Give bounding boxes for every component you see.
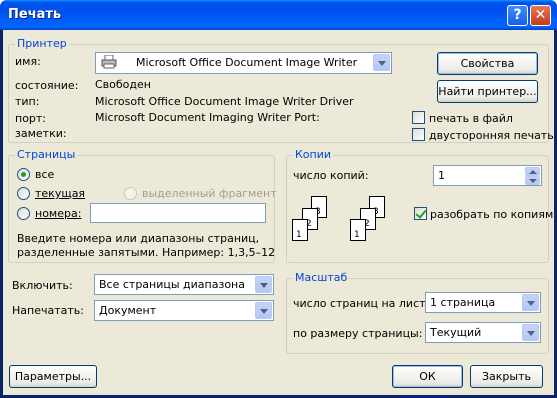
printer-group: Принтер имя: Microsoft Office Document I…	[8, 37, 554, 143]
printer-port-value: Microsoft Document Imaging Writer Port:	[95, 111, 320, 124]
close-button[interactable]: Закрыть	[470, 365, 543, 388]
page-icon: 1	[292, 219, 308, 241]
properties-button[interactable]: Свойства	[437, 52, 538, 75]
options-button[interactable]: Параметры...	[9, 365, 97, 388]
printer-icon	[101, 55, 117, 69]
zoom-group: Масштаб число страниц на листе: 1 страни…	[286, 271, 549, 354]
pages-numbers-radio[interactable]	[17, 207, 30, 220]
pages-selection-radio[interactable]	[124, 187, 137, 200]
printer-group-legend: Принтер	[15, 37, 69, 50]
pages-numbers-label[interactable]: номера:	[35, 207, 81, 220]
pages-per-sheet-label: число страниц на листе:	[293, 297, 436, 310]
collate-checkbox[interactable]	[414, 207, 427, 220]
chevron-down-icon[interactable]	[522, 324, 539, 341]
copies-count-label: число копий:	[293, 169, 369, 182]
title-bar[interactable]: Печать ? ✕	[0, 0, 557, 30]
pages-all-radio[interactable]	[17, 168, 30, 181]
spin-up-icon[interactable]	[525, 167, 540, 176]
page-range-input[interactable]	[90, 203, 266, 223]
pages-all-label[interactable]: все	[35, 168, 54, 181]
printer-port-label: порт:	[15, 112, 47, 125]
printer-name-select[interactable]: Microsoft Office Document Image Writer	[95, 52, 392, 74]
scale-to-paper-label: по размеру страницы:	[293, 327, 423, 340]
include-label: Включить:	[12, 279, 73, 292]
page-icon: 1	[350, 219, 366, 241]
close-window-button[interactable]: ✕	[530, 5, 551, 26]
duplex-checkbox[interactable]	[412, 128, 425, 141]
print-to-file-label[interactable]: печать в файл	[429, 112, 513, 125]
pages-group-legend: Страницы	[15, 148, 78, 161]
help-button[interactable]: ?	[507, 5, 528, 26]
print-dialog: Печать ? ✕ Принтер имя: Microsoft Office…	[0, 0, 557, 398]
include-select[interactable]: Все страницы диапазона	[94, 274, 274, 295]
copies-count-value: 1	[438, 169, 445, 182]
chevron-down-icon[interactable]	[255, 302, 272, 319]
chevron-down-icon[interactable]	[522, 294, 539, 311]
duplex-label[interactable]: двусторонняя печать	[429, 129, 554, 142]
printer-status-label: состояние:	[15, 79, 79, 92]
scale-to-paper-value: Текущий	[430, 326, 482, 339]
printer-name-label: имя:	[15, 55, 41, 68]
printer-status-value: Свободен	[95, 78, 151, 91]
printer-type-value: Microsoft Office Document Image Writer D…	[95, 95, 354, 108]
pages-current-label[interactable]: текущая	[35, 187, 85, 200]
pages-selection-label: выделенный фрагмент	[142, 187, 277, 200]
print-what-select[interactable]: Документ	[94, 300, 274, 321]
copies-group-legend: Копии	[293, 148, 334, 161]
include-value: Все страницы диапазона	[99, 278, 245, 291]
find-printer-button[interactable]: Найти принтер...	[437, 80, 538, 103]
pages-per-sheet-select[interactable]: 1 страница	[425, 292, 541, 313]
ok-button[interactable]: ОК	[392, 365, 463, 388]
zoom-group-legend: Масштаб	[293, 271, 350, 284]
window-title: Печать	[8, 7, 62, 22]
copies-group: Копии число копий: 1 3 2 1 3 2 1 разобра…	[286, 148, 553, 263]
chevron-down-icon[interactable]	[255, 276, 272, 293]
print-what-label: Напечатать:	[12, 304, 84, 317]
print-what-value: Документ	[99, 304, 157, 317]
collate-label[interactable]: разобрать по копиям	[430, 208, 553, 221]
dialog-body: Принтер имя: Microsoft Office Document I…	[3, 30, 554, 395]
page-range-hint-2: разделенные запятыми. Например: 1,3,5–12	[17, 246, 276, 259]
pages-per-sheet-value: 1 страница	[430, 296, 496, 309]
printer-type-label: тип:	[15, 95, 40, 108]
printer-notes-label: заметки:	[15, 127, 67, 140]
copies-count-stepper[interactable]: 1	[433, 165, 542, 186]
spin-down-icon[interactable]	[525, 176, 540, 185]
pages-group: Страницы все текущая выделенный фрагмент…	[8, 148, 277, 263]
chevron-down-icon[interactable]	[373, 54, 390, 71]
page-range-hint-1: Введите номера или диапазоны страниц,	[17, 232, 260, 245]
printer-name-value: Microsoft Office Document Image Writer	[136, 56, 358, 69]
pages-current-radio[interactable]	[17, 187, 30, 200]
print-to-file-checkbox[interactable]	[412, 111, 425, 124]
scale-to-paper-select[interactable]: Текущий	[425, 322, 541, 343]
